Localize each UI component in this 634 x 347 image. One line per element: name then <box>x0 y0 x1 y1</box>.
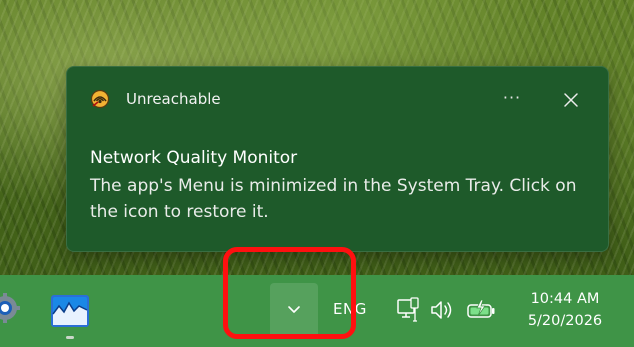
network-monitor-icon <box>90 89 110 109</box>
close-button[interactable] <box>555 87 587 113</box>
system-clock[interactable]: 10:44 AM 5/20/2026 <box>515 288 615 332</box>
more-options-button[interactable]: ··· <box>495 87 529 113</box>
volume-icon[interactable] <box>430 299 456 321</box>
running-app-indicator <box>66 336 74 339</box>
clock-date: 5/20/2026 <box>527 313 603 329</box>
close-icon <box>564 93 578 107</box>
toast-header: Unreachable ··· <box>67 67 608 131</box>
toast-notification[interactable]: Unreachable ··· Network Quality Monitor … <box>66 66 609 252</box>
toast-title: Network Quality Monitor <box>90 148 298 168</box>
more-options-icon: ··· <box>502 88 522 107</box>
highlight-annotation <box>223 247 356 339</box>
battery-charging-icon[interactable] <box>466 297 496 323</box>
network-quality-monitor-app-icon[interactable] <box>50 294 90 328</box>
toast-message: The app's Menu is minimized in the Syste… <box>90 176 577 222</box>
clock-time: 10:44 AM <box>530 291 600 307</box>
toast-app-name: Unreachable <box>126 90 221 108</box>
settings-gear-icon[interactable] <box>0 293 20 323</box>
network-icon[interactable] <box>396 297 420 323</box>
